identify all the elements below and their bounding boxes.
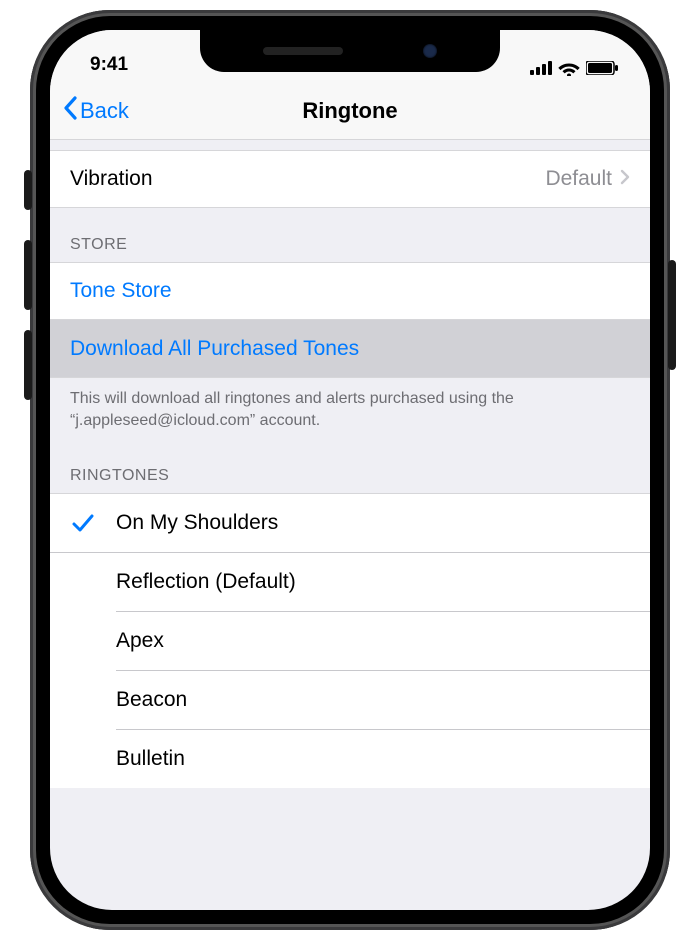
phone-frame: 9:41 Back Ringtone (30, 10, 670, 930)
ringtone-list: On My Shoulders Reflection (Default) Ape… (50, 493, 650, 788)
notch (200, 30, 500, 72)
volume-down-button (24, 330, 32, 400)
download-all-label: Download All Purchased Tones (70, 337, 630, 361)
ringtone-label: Bulletin (116, 747, 630, 771)
store-section-header: STORE (50, 208, 650, 262)
volume-up-button (24, 240, 32, 310)
ringtone-row-selected[interactable]: On My Shoulders (50, 494, 650, 552)
vibration-label: Vibration (70, 167, 545, 191)
ringtone-label: Apex (116, 629, 630, 653)
ringtones-section-header: RINGTONES (50, 439, 650, 493)
cellular-icon (530, 61, 552, 75)
checkmark-icon (50, 512, 116, 534)
vibration-cell[interactable]: Vibration Default (50, 150, 650, 208)
tone-store-label: Tone Store (70, 279, 630, 303)
ringtone-row[interactable]: Bulletin (50, 730, 650, 788)
speaker-icon (263, 47, 343, 55)
mute-switch (24, 170, 32, 210)
store-section-footer: This will download all ringtones and ale… (50, 378, 650, 439)
content[interactable]: Vibration Default STORE Tone Store Downl… (50, 140, 650, 788)
back-label: Back (80, 98, 129, 124)
vibration-value: Default (545, 167, 612, 191)
ringtone-label: Reflection (Default) (116, 570, 630, 594)
ringtone-label: On My Shoulders (116, 511, 630, 535)
download-all-cell[interactable]: Download All Purchased Tones (50, 320, 650, 378)
nav-bar: Back Ringtone (50, 82, 650, 140)
ringtone-label: Beacon (116, 688, 630, 712)
front-camera-icon (423, 44, 437, 58)
page-title: Ringtone (50, 98, 650, 124)
wifi-icon (558, 60, 580, 76)
back-button[interactable]: Back (62, 96, 129, 126)
battery-icon (586, 61, 618, 75)
status-time: 9:41 (90, 54, 128, 76)
ringtone-row[interactable]: Reflection (Default) (50, 553, 650, 611)
screen: 9:41 Back Ringtone (50, 30, 650, 910)
side-button (668, 260, 676, 370)
ringtone-row[interactable]: Beacon (50, 671, 650, 729)
ringtone-row[interactable]: Apex (50, 612, 650, 670)
tone-store-cell[interactable]: Tone Store (50, 262, 650, 320)
chevron-left-icon (62, 96, 78, 126)
chevron-right-icon (620, 167, 630, 191)
